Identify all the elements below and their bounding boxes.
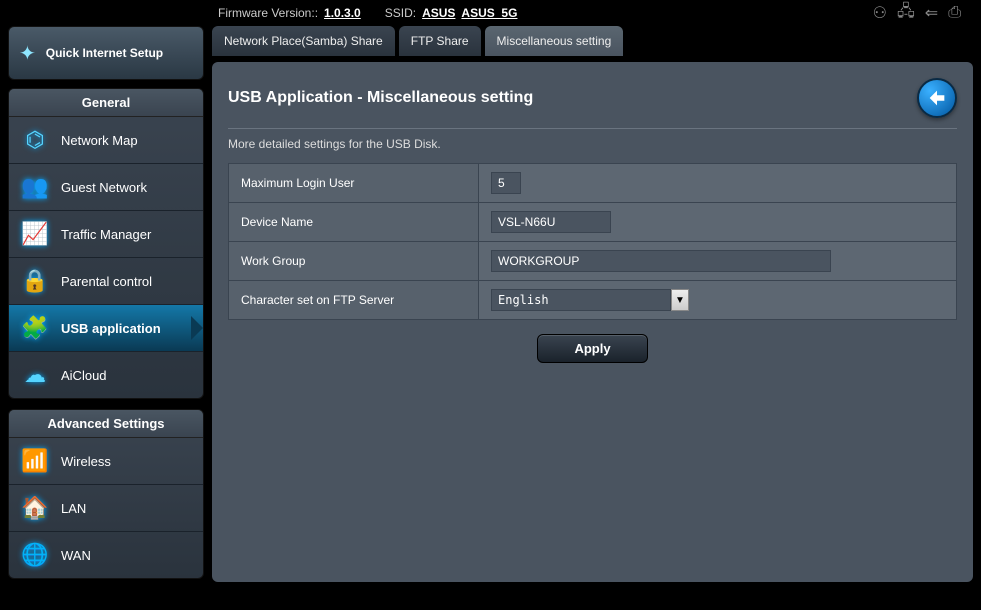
dropdown-button[interactable]: ▼ xyxy=(671,289,689,311)
puzzle-icon: 🧩 xyxy=(21,315,49,341)
quick-setup-label: Quick Internet Setup xyxy=(46,46,163,60)
clients-icon[interactable]: ⚇ xyxy=(873,3,887,23)
nav-aicloud[interactable]: ☁ AiCloud xyxy=(9,352,203,398)
nav-usb-application[interactable]: 🧩 USB application xyxy=(9,305,203,352)
back-button[interactable] xyxy=(917,78,957,118)
general-panel: General ⌬ Network Map 👥 Guest Network 📈 … xyxy=(8,88,204,399)
nav-label: Wireless xyxy=(61,454,111,469)
work-group-input[interactable] xyxy=(491,250,831,272)
max-login-user-label: Maximum Login User xyxy=(229,164,479,203)
row-work-group: Work Group xyxy=(229,242,957,281)
nav-lan[interactable]: 🏠 LAN xyxy=(9,485,203,532)
nav-label: AiCloud xyxy=(61,368,107,383)
nav-traffic-manager[interactable]: 📈 Traffic Manager xyxy=(9,211,203,258)
nav-label: USB application xyxy=(61,321,161,336)
max-login-user-input[interactable] xyxy=(491,172,521,194)
content-panel: USB Application - Miscellaneous setting … xyxy=(212,62,973,582)
network-map-icon: ⌬ xyxy=(21,127,49,153)
nav-wireless[interactable]: 📶 Wireless xyxy=(9,438,203,485)
settings-table: Maximum Login User Device Name Work Grou… xyxy=(228,163,957,320)
page-description: More detailed settings for the USB Disk. xyxy=(228,137,957,151)
page-title: USB Application - Miscellaneous setting xyxy=(228,89,533,107)
guest-network-icon: 👥 xyxy=(21,174,49,200)
network-icon[interactable]: 🖧 xyxy=(897,0,915,27)
tab-samba-share[interactable]: Network Place(Samba) Share xyxy=(212,26,395,56)
tab-misc-setting[interactable]: Miscellaneous setting xyxy=(485,26,624,56)
wand-icon: ✦ xyxy=(19,41,36,66)
lock-icon: 🔒 xyxy=(21,268,49,294)
charset-label: Character set on FTP Server xyxy=(229,281,479,320)
ssid-1[interactable]: ASUS xyxy=(422,6,455,20)
ssid-label: SSID: xyxy=(385,6,416,20)
nav-label: Guest Network xyxy=(61,180,147,195)
nav-label: Parental control xyxy=(61,274,152,289)
top-header: Firmware Version:: 1.0.3.0 SSID: ASUS AS… xyxy=(0,0,981,26)
tab-ftp-share[interactable]: FTP Share xyxy=(399,26,481,56)
usb-icon[interactable]: ⇐ xyxy=(925,3,938,23)
advanced-title: Advanced Settings xyxy=(9,410,203,438)
printer-icon[interactable]: ⎙ xyxy=(948,4,961,22)
nav-guest-network[interactable]: 👥 Guest Network xyxy=(9,164,203,211)
nav-label: Network Map xyxy=(61,133,138,148)
firmware-version[interactable]: 1.0.3.0 xyxy=(324,6,361,20)
advanced-panel: Advanced Settings 📶 Wireless 🏠 LAN 🌐 WAN xyxy=(8,409,204,579)
tabs: Network Place(Samba) Share FTP Share Mis… xyxy=(212,26,973,56)
ssid-2[interactable]: ASUS_5G xyxy=(461,6,517,20)
work-group-label: Work Group xyxy=(229,242,479,281)
general-title: General xyxy=(9,89,203,117)
back-arrow-icon xyxy=(926,87,948,109)
quick-internet-setup-button[interactable]: ✦ Quick Internet Setup xyxy=(8,26,204,80)
row-charset: Character set on FTP Server English ▼ xyxy=(229,281,957,320)
globe-icon: 🌐 xyxy=(21,542,49,568)
charset-select[interactable]: English xyxy=(491,289,671,311)
traffic-icon: 📈 xyxy=(21,221,49,247)
row-max-login-user: Maximum Login User xyxy=(229,164,957,203)
header-icons: ⚇ 🖧 ⇐ ⎙ xyxy=(873,0,961,27)
row-device-name: Device Name xyxy=(229,203,957,242)
nav-network-map[interactable]: ⌬ Network Map xyxy=(9,117,203,164)
device-name-label: Device Name xyxy=(229,203,479,242)
cloud-icon: ☁ xyxy=(21,362,49,388)
device-name-input[interactable] xyxy=(491,211,611,233)
nav-label: WAN xyxy=(61,548,91,563)
firmware-label: Firmware Version:: xyxy=(218,6,318,20)
home-icon: 🏠 xyxy=(21,495,49,521)
nav-label: LAN xyxy=(61,501,86,516)
wifi-icon: 📶 xyxy=(21,448,49,474)
nav-wan[interactable]: 🌐 WAN xyxy=(9,532,203,578)
nav-parental-control[interactable]: 🔒 Parental control xyxy=(9,258,203,305)
apply-button[interactable]: Apply xyxy=(537,334,647,363)
nav-label: Traffic Manager xyxy=(61,227,151,242)
